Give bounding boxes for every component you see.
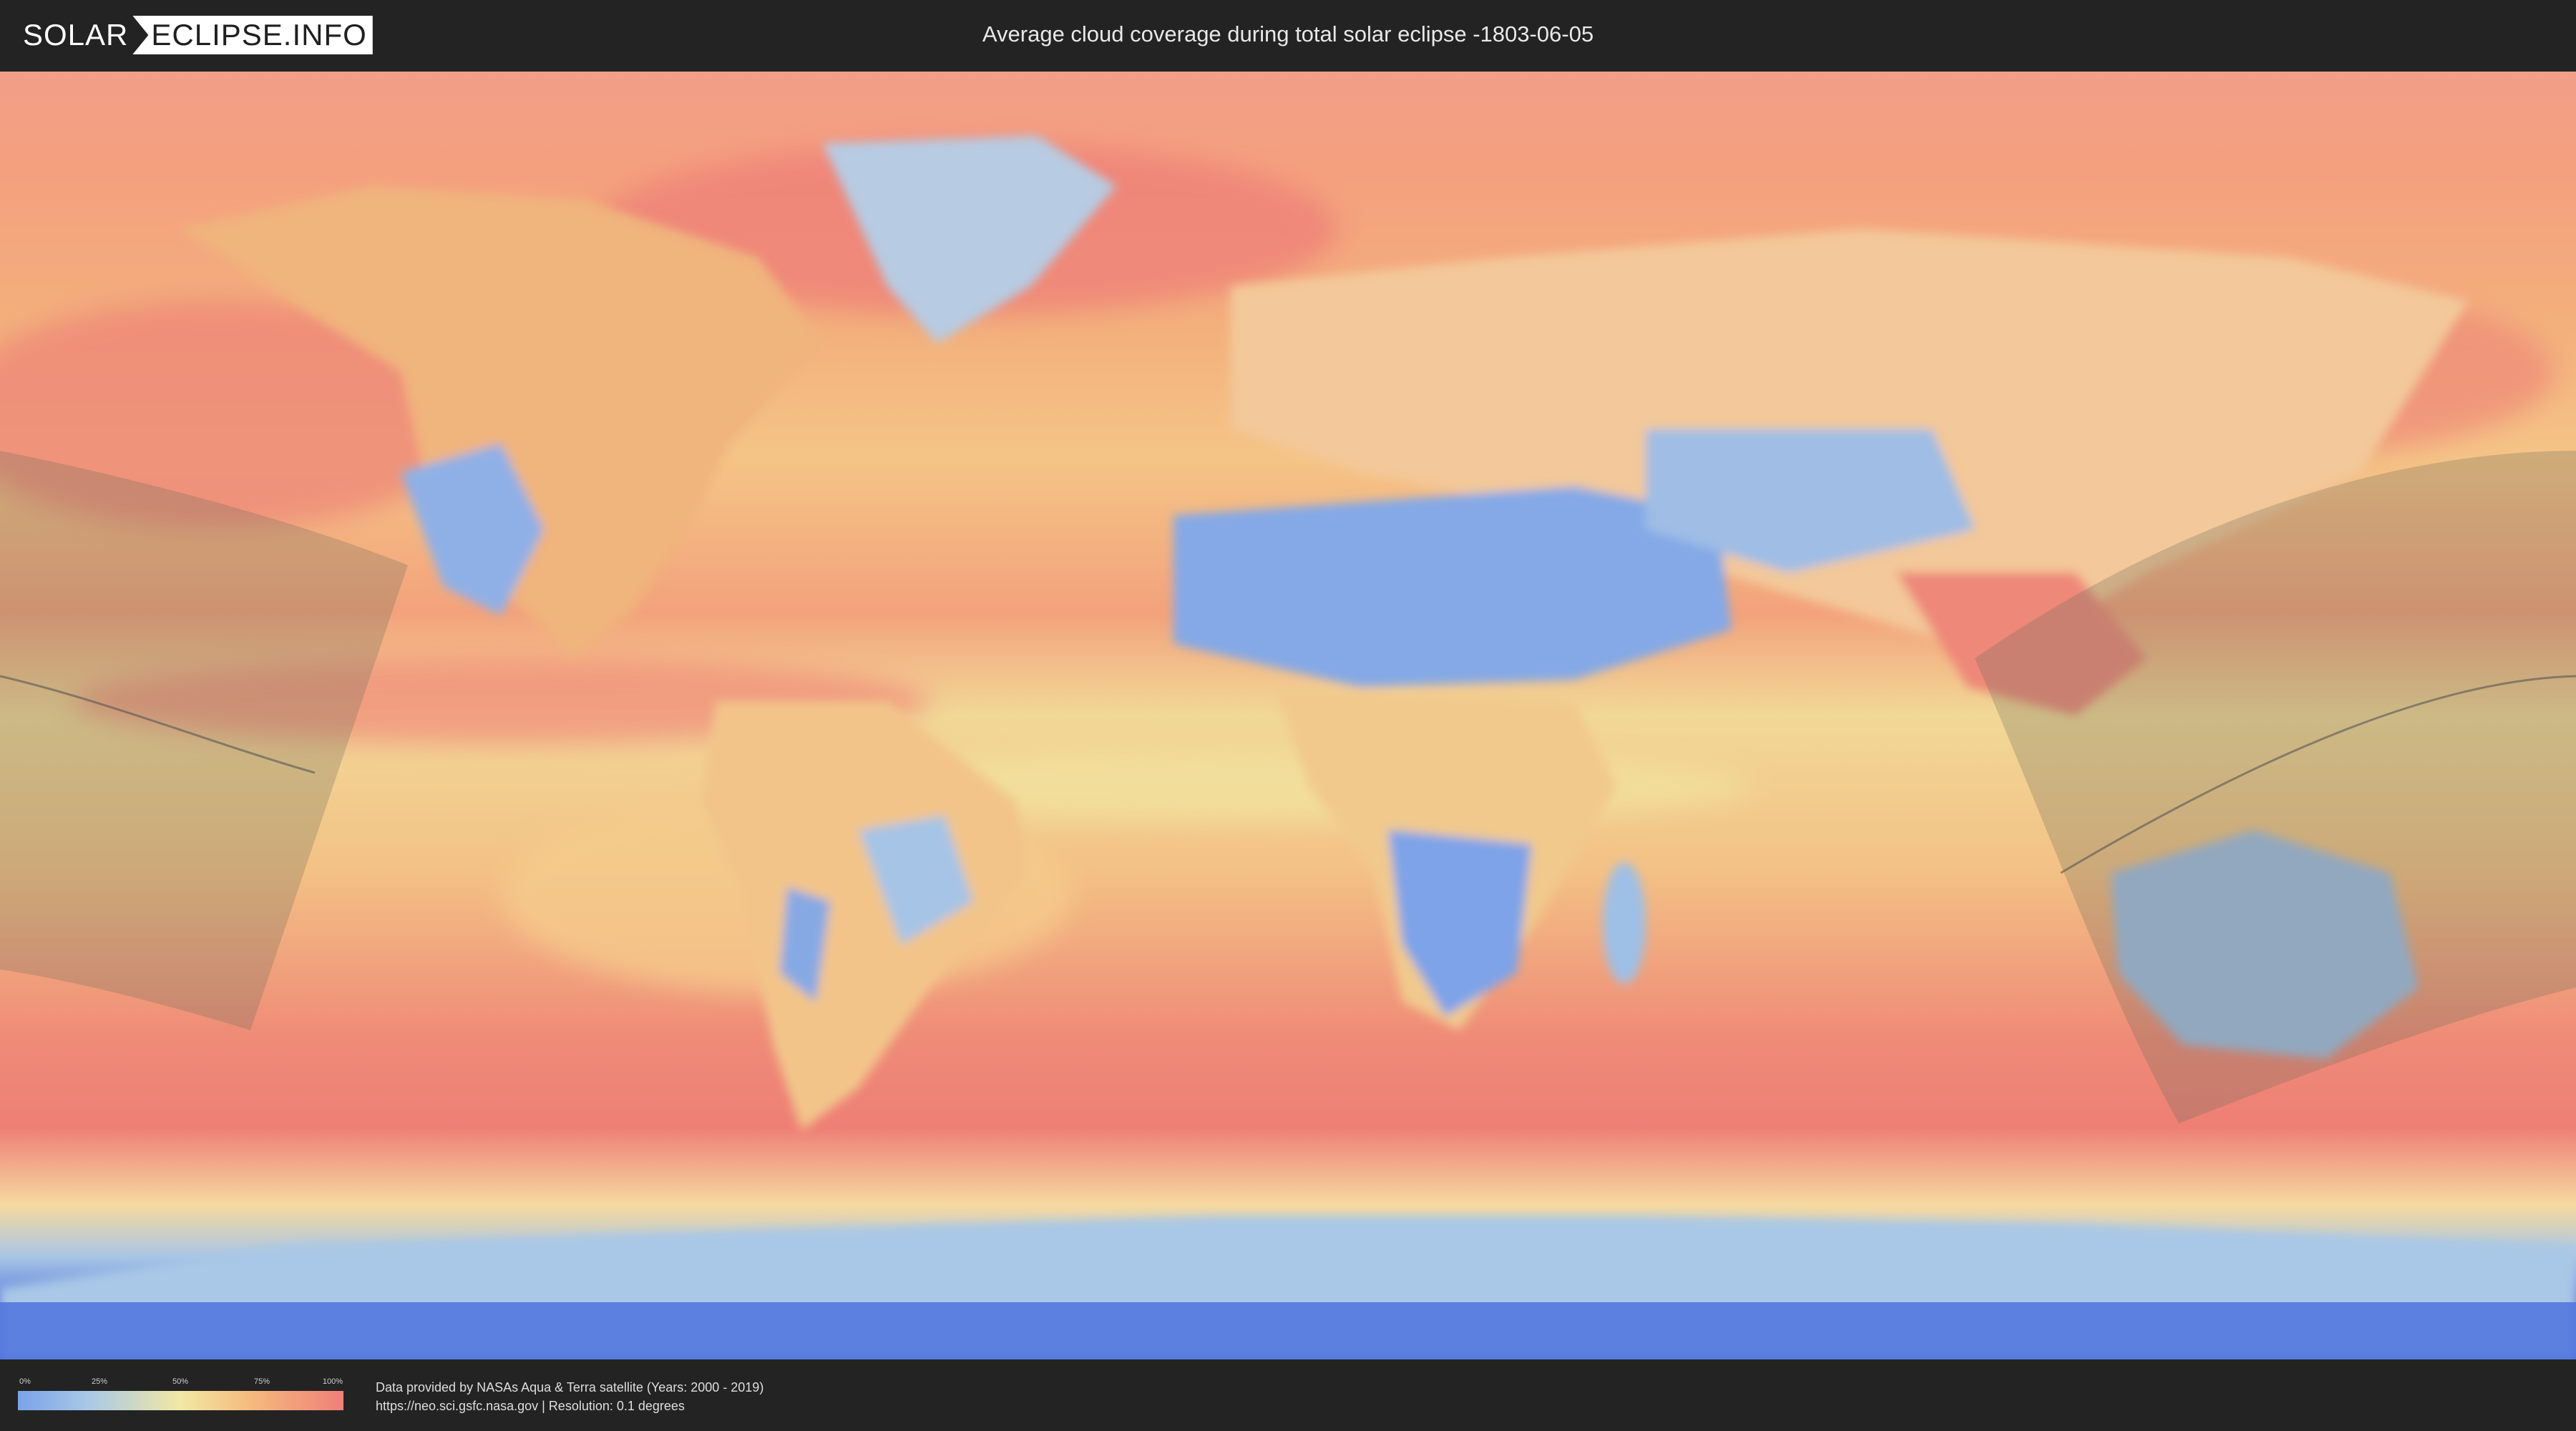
coverage-legend: 0% 25% 50% 75% 100% xyxy=(18,1377,343,1412)
legend-tick: 75% xyxy=(253,1377,270,1386)
antarctic-band xyxy=(0,1302,2576,1359)
credit-line-url[interactable]: https://neo.sci.gsfc.nasa.gov | Resoluti… xyxy=(376,1397,763,1415)
legend-tick: 50% xyxy=(172,1377,189,1386)
legend-ticks: 0% 25% 50% 75% 100% xyxy=(18,1377,343,1388)
cloud-coverage-map[interactable] xyxy=(0,72,2576,1359)
legend-tick: 0% xyxy=(19,1377,31,1386)
page-title: Average cloud coverage during total sola… xyxy=(982,21,1594,47)
legend-gradient-bar xyxy=(18,1391,343,1410)
legend-tick: 25% xyxy=(91,1377,108,1386)
world-map-svg xyxy=(0,72,2576,1359)
data-credit: Data provided by NASAs Aqua & Terra sate… xyxy=(376,1378,763,1415)
legend-tick: 100% xyxy=(322,1377,343,1386)
credit-line-source: Data provided by NASAs Aqua & Terra sate… xyxy=(376,1380,764,1395)
header-bar: SOLAR ECLIPSE.INFO Average cloud coverag… xyxy=(0,0,2576,72)
